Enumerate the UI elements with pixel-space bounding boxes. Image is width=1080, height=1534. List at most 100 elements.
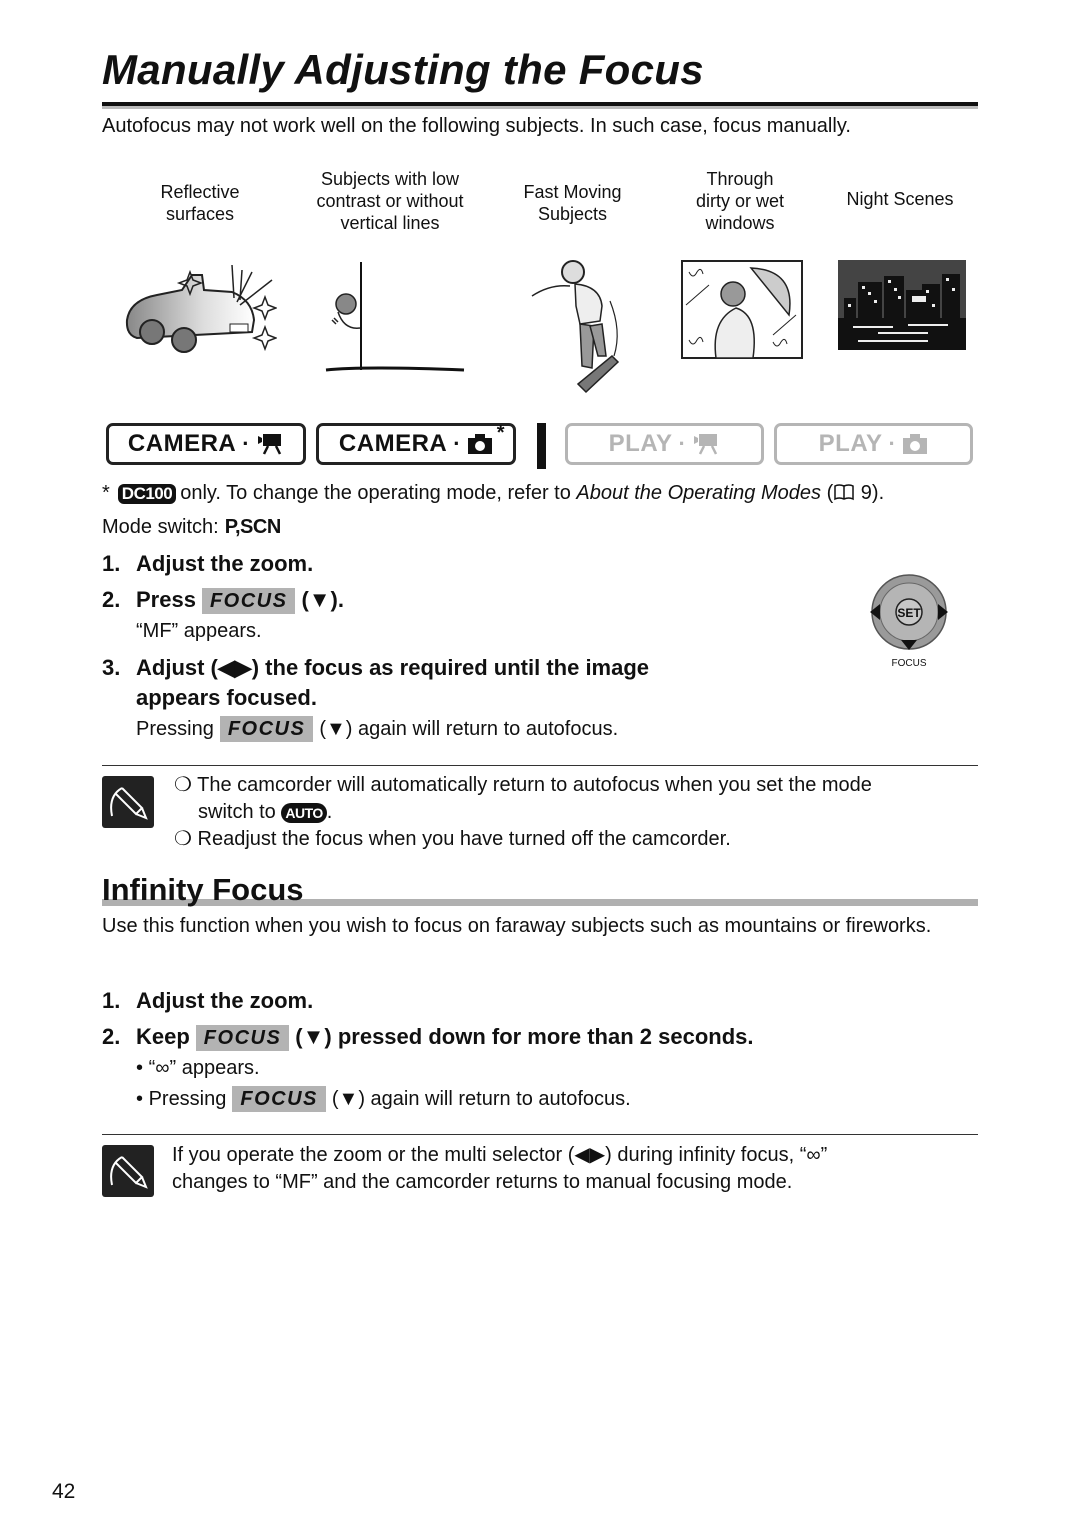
step-text: Keep bbox=[136, 1024, 190, 1049]
still-camera-icon bbox=[903, 434, 928, 454]
mode-label: CAMERA bbox=[338, 430, 448, 457]
step-text: Adjust the zoom. bbox=[136, 551, 314, 576]
section-title: Infinity Focus bbox=[102, 872, 304, 907]
note-1-item-2: ❍ Readjust the focus when you have turne… bbox=[174, 826, 731, 853]
rainy-window-illustration bbox=[681, 260, 803, 359]
mode-divider bbox=[537, 423, 546, 469]
step-text: (▼). bbox=[301, 587, 344, 612]
subjects-row: Reflective surfaces Subjects with low co… bbox=[120, 168, 980, 408]
step-number: 3. bbox=[102, 655, 121, 680]
mode-label: CAMERA bbox=[127, 430, 237, 457]
infinity-step-2: 2. Keep FOCUS (▼) pressed down for more tha… bbox=[102, 1024, 753, 1051]
step-text: Adjust the zoom. bbox=[136, 988, 314, 1013]
infinity-bullet-2: • Pressing FOCUS (▼) again will return to … bbox=[136, 1086, 631, 1112]
subject-reflective: Reflective surfaces bbox=[120, 168, 280, 408]
step-number: 1. bbox=[102, 988, 121, 1013]
note-pencil-icon bbox=[102, 1145, 154, 1197]
step-number: 1. bbox=[102, 551, 121, 576]
focus-label: FOCUS bbox=[892, 658, 927, 668]
step-3-note: Pressing FOCUS (▼) again will return to au… bbox=[136, 716, 618, 742]
note-1-item-1: ❍ The camcorder will automatically retur… bbox=[174, 772, 872, 826]
mode-play-photo: PLAY · bbox=[774, 423, 973, 465]
title-rule-shadow bbox=[102, 106, 978, 109]
step-number: 2. bbox=[102, 1024, 121, 1049]
footnote-star: * bbox=[102, 482, 110, 504]
mode-label: PLAY bbox=[608, 430, 673, 457]
car-reflection-illustration bbox=[125, 264, 277, 353]
mode-switch-line: Mode switch: P,SCN bbox=[102, 516, 281, 539]
mode-label: PLAY bbox=[818, 430, 883, 457]
step-text: ) the focus as required until the image bbox=[251, 655, 650, 680]
subject-label-line: Subjects bbox=[537, 204, 608, 224]
step-2-result: “MF” appears. bbox=[136, 620, 262, 642]
snowboarder-illustration bbox=[531, 260, 620, 394]
footnote: * DC100 only. To change the operating mode… bbox=[102, 482, 884, 505]
step-text: Press bbox=[136, 587, 196, 612]
subject-label-line: vertical lines bbox=[340, 213, 440, 233]
mode-switch-label: Mode switch: bbox=[102, 516, 219, 538]
step-sub-text: Pressing bbox=[136, 718, 214, 740]
note-box-2: If you operate the zoom or the multi sel… bbox=[102, 1134, 978, 1205]
step-2: 2. Press FOCUS (▼). bbox=[102, 587, 344, 614]
mode-play-movie: PLAY · bbox=[565, 423, 764, 465]
book-icon bbox=[834, 484, 854, 501]
intro-text: Autofocus may not work well on the follo… bbox=[102, 115, 851, 137]
subject-label-line: contrast or without bbox=[316, 191, 464, 211]
note-text: Readjust the focus when you have turned … bbox=[197, 828, 731, 850]
still-camera-icon bbox=[468, 434, 493, 454]
subject-fast-moving: Fast Moving Subjects bbox=[500, 168, 645, 408]
subject-night-scenes: Night Scenes bbox=[825, 168, 975, 408]
mode-camera-movie: CAMERA · bbox=[106, 423, 306, 465]
subject-low-contrast: Subjects with low contrast or without ve… bbox=[300, 168, 480, 408]
mode-separator: · bbox=[888, 431, 897, 456]
bullet-icon: ❍ bbox=[174, 828, 192, 850]
page-reference: 9). bbox=[855, 482, 885, 504]
subject-label-line: surfaces bbox=[165, 204, 235, 224]
note-pencil-icon bbox=[102, 776, 154, 828]
mode-switch-value: P,SCN bbox=[224, 516, 282, 538]
note-text: If you operate the zoom or the multi sel… bbox=[172, 1144, 828, 1166]
page-number: 42 bbox=[52, 1480, 76, 1503]
step-3-line2: appears focused. bbox=[136, 685, 317, 710]
focus-button-label: FOCUS bbox=[201, 588, 296, 614]
section-intro: Use this function when you wish to focus… bbox=[102, 915, 932, 937]
mode-camera-photo: CAMERA · * bbox=[316, 422, 516, 465]
step-sub-text: (▼) again will return to autofocus. bbox=[319, 718, 619, 740]
model-badge: DC100 bbox=[117, 484, 177, 504]
note-text: switch to bbox=[198, 801, 276, 823]
subject-label-line: dirty or wet bbox=[695, 191, 785, 211]
subject-label-line: Subjects with low bbox=[320, 169, 460, 189]
auto-mode-badge: AUTO bbox=[281, 803, 327, 823]
note-text: changes to “MF” and the camcorder return… bbox=[172, 1171, 793, 1193]
set-label: SET bbox=[897, 606, 921, 620]
step-number: 2. bbox=[102, 587, 121, 612]
person-behind-wall-illustration bbox=[325, 262, 465, 372]
step-text: Adjust ( bbox=[136, 655, 218, 680]
multi-selector-diagram: SET FOCUS bbox=[868, 574, 952, 669]
subject-through-windows: Through dirty or wet windows bbox=[665, 168, 815, 408]
bullet-text: “∞” appears. bbox=[148, 1057, 260, 1079]
step-text: (▼) pressed down for more than 2 seconds… bbox=[295, 1024, 754, 1049]
page-title: Manually Adjusting the Focus bbox=[102, 46, 704, 93]
footnote-paren: ( bbox=[821, 482, 834, 504]
focus-button-label: FOCUS bbox=[232, 1086, 326, 1112]
subject-label-line: Reflective bbox=[160, 182, 240, 202]
night-city-illustration bbox=[838, 260, 966, 350]
operating-modes: CAMERA · CAMERA · * PLAY · PLAY · bbox=[106, 422, 976, 469]
mode-separator: · bbox=[453, 431, 462, 456]
focus-button-label: FOCUS bbox=[195, 1025, 290, 1051]
left-right-arrows-icon: ◀▶ bbox=[217, 655, 252, 680]
step-1: 1. Adjust the zoom. bbox=[102, 551, 313, 577]
multi-selector-icon: SET FOCUS bbox=[870, 574, 948, 669]
note-2-text: If you operate the zoom or the multi sel… bbox=[172, 1142, 827, 1196]
movie-camera-icon bbox=[694, 434, 718, 455]
movie-camera-icon bbox=[258, 434, 282, 455]
bullet-text: (▼) again will return to autofocus. bbox=[331, 1088, 631, 1110]
infinity-step-1: 1. Adjust the zoom. bbox=[102, 988, 313, 1014]
infinity-bullet-1: • “∞” appears. bbox=[136, 1057, 260, 1079]
focus-button-label: FOCUS bbox=[219, 716, 314, 742]
mode-separator: · bbox=[678, 431, 687, 456]
cross-reference-link[interactable]: About the Operating Modes bbox=[576, 482, 821, 504]
subject-label-line: Night Scenes bbox=[846, 189, 954, 209]
footnote-text: only. To change the operating mode, refe… bbox=[180, 482, 577, 504]
